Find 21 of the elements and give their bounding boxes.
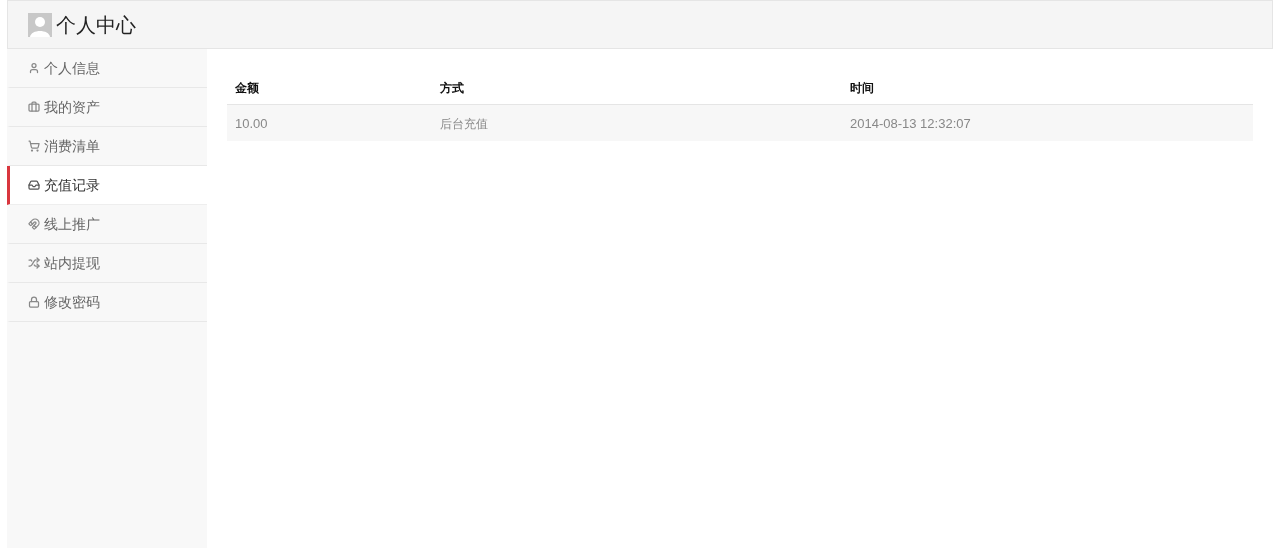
table-cell: 2014-08-13 12:32:07 (850, 116, 971, 131)
column-header: 时间 (850, 80, 874, 95)
sidebar-item[interactable]: 线上推广 (7, 205, 207, 244)
lock-icon (28, 296, 40, 308)
table-cell: 10.00 (235, 116, 268, 131)
sidebar-item[interactable]: 我的资产 (7, 88, 207, 127)
page-title: 个人中心 (56, 12, 136, 38)
cart-icon (28, 140, 40, 152)
table-cell: 后台充值 (440, 117, 488, 131)
avatar-icon (28, 12, 52, 37)
sidebar-item[interactable]: 站内提现 (7, 244, 207, 283)
user-icon (28, 62, 40, 74)
sidebar-item[interactable]: 修改密码 (7, 283, 207, 322)
shuffle-icon (28, 257, 40, 269)
sidebar-item[interactable]: 个人信息 (7, 49, 207, 88)
magnet-icon (28, 218, 40, 230)
inbox-icon (28, 179, 40, 191)
column-header: 金额 (235, 80, 259, 95)
column-header: 方式 (440, 80, 464, 95)
sidebar-item[interactable]: 充值记录 (7, 166, 207, 205)
briefcase-icon (28, 101, 40, 113)
